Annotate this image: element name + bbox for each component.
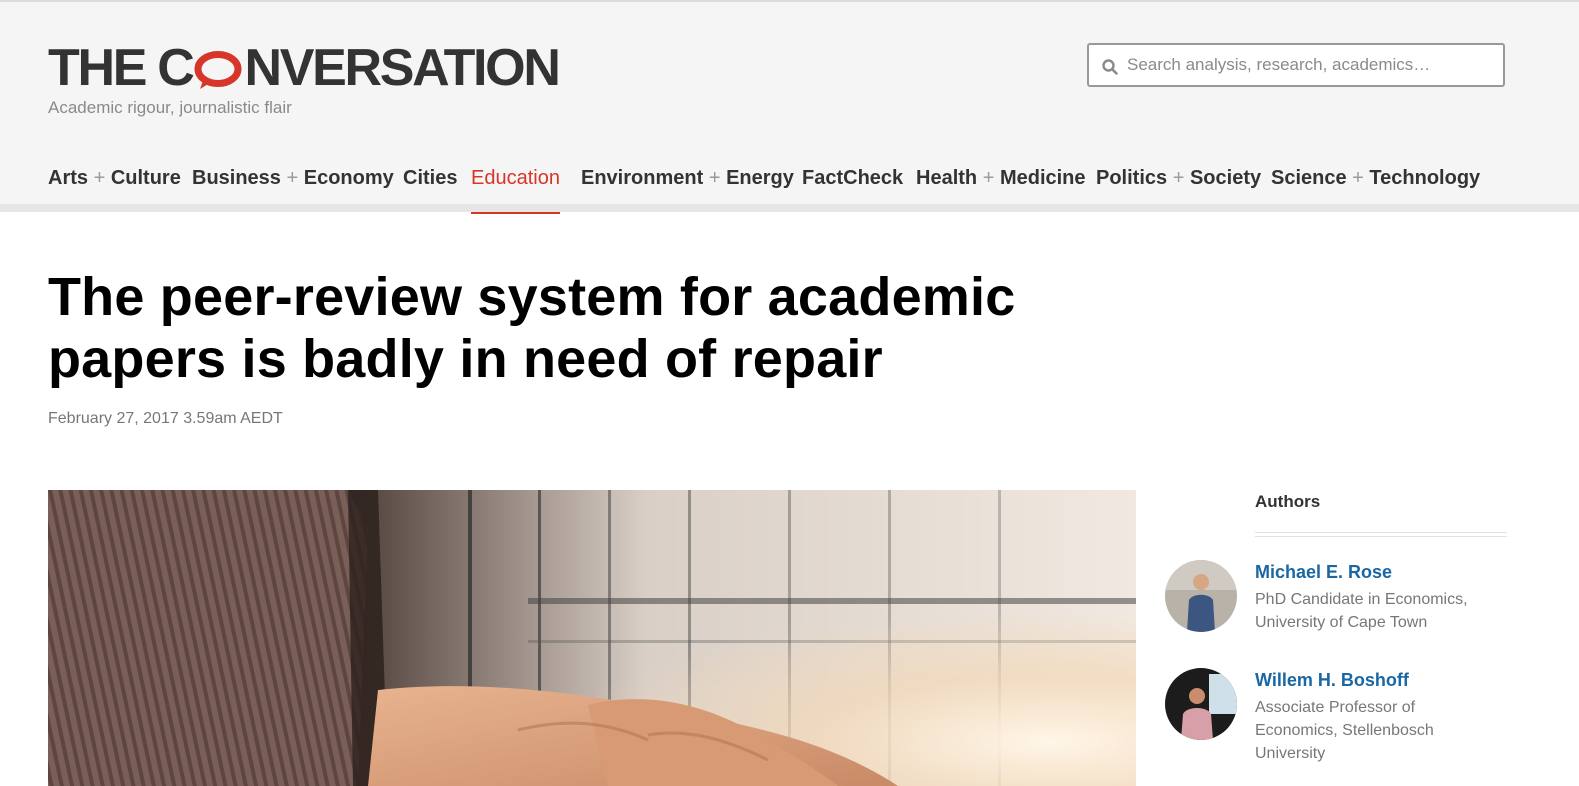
nav-label-secondary: Energy: [726, 167, 794, 189]
authors-heading: Authors: [1255, 492, 1321, 511]
nav-label-primary: FactCheck: [802, 167, 904, 189]
author-role: Associate Professor of Economics, Stelle…: [1255, 699, 1434, 762]
nav-label-secondary: Society: [1189, 167, 1262, 189]
nav-label-primary: Business: [192, 167, 281, 189]
nav-label-secondary: Economy: [303, 167, 394, 189]
nav-label-secondary: Medicine: [999, 167, 1086, 189]
nav-label-primary: Environment: [581, 167, 704, 189]
authors-divider: [1255, 532, 1507, 537]
site-header: THE C NVERSATION Academic rigour, journa…: [0, 2, 1579, 214]
nav-label-secondary: Culture: [110, 167, 181, 189]
search-input[interactable]: [1127, 49, 1492, 81]
search-box[interactable]: [1087, 43, 1505, 87]
author-avatar[interactable]: [1165, 668, 1237, 740]
author-avatar[interactable]: [1165, 560, 1237, 632]
avatar-photo: [1165, 668, 1237, 740]
nav-label-primary: Health: [916, 167, 978, 189]
article-headline: The peer-review system for academic pape…: [48, 267, 1016, 389]
avatar-photo: [1165, 560, 1237, 632]
logo-text-left: THE C: [48, 39, 195, 97]
nav-label-primary: Cities: [403, 167, 458, 189]
nav-plus: +: [708, 167, 721, 189]
nav-label-primary: Politics: [1096, 167, 1168, 189]
hero-image: [48, 490, 1136, 786]
nav-label-primary: Education: [471, 167, 560, 189]
author-name-link[interactable]: Michael E. Rose: [1255, 562, 1392, 583]
article-dateline: February 27, 2017 3.59am AEDT: [48, 410, 283, 427]
author-name-link[interactable]: Willem H. Boshoff: [1255, 670, 1409, 691]
author-role: PhD Candidate in Economics, University o…: [1255, 591, 1468, 631]
speech-bubble-logo-icon: [194, 50, 242, 89]
nav-plus: +: [1172, 167, 1185, 189]
nav-plus: +: [286, 167, 299, 189]
search-icon: [1102, 59, 1118, 75]
nav-plus: +: [982, 167, 995, 189]
nav-label-secondary: Technology: [1369, 167, 1481, 189]
nav-label-primary: Science: [1271, 167, 1347, 189]
site-logo[interactable]: THE C NVERSATION: [48, 39, 561, 97]
nav-divider: [0, 204, 1579, 212]
site-tagline: Academic rigour, journalistic flair: [48, 98, 292, 117]
hero-photo-illustration: [48, 490, 1136, 786]
nav-plus: +: [1352, 167, 1364, 189]
nav-label-primary: Arts: [48, 167, 89, 189]
nav-plus: +: [93, 167, 106, 189]
logo-text-right: NVERSATION: [244, 39, 561, 97]
